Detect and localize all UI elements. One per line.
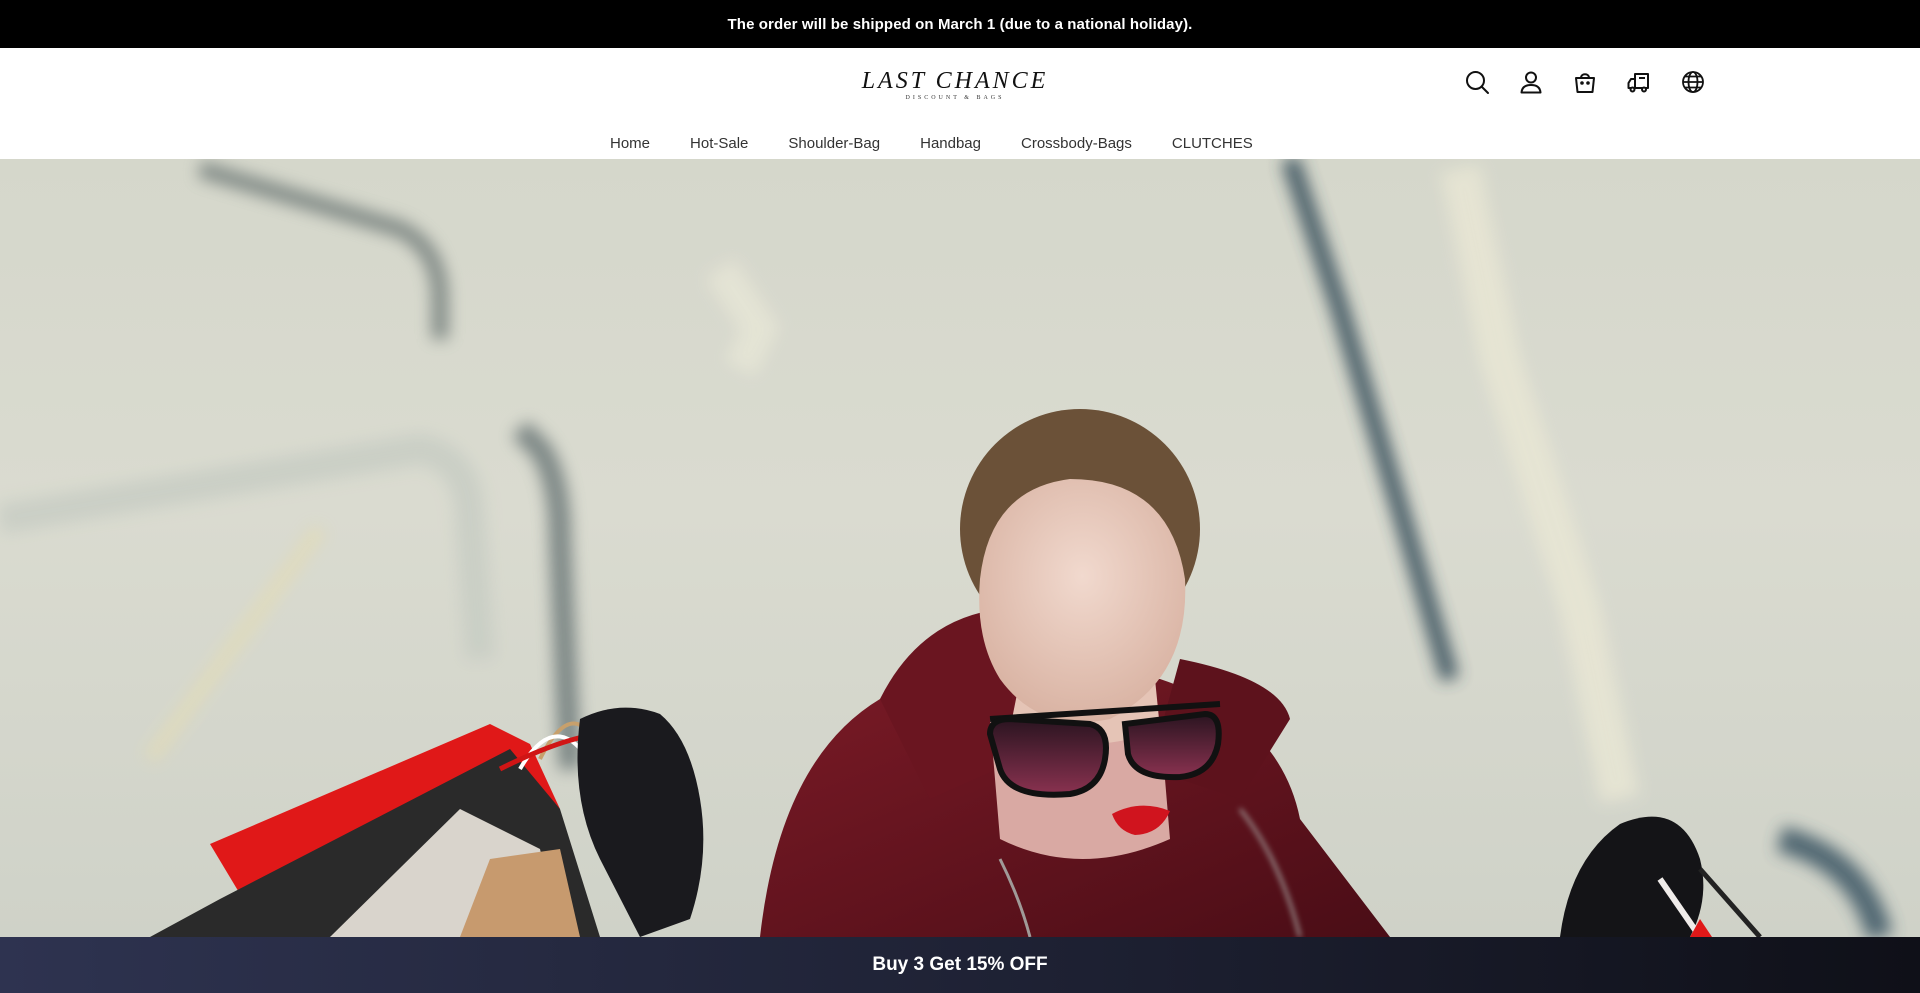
announcement-bar: The order will be shipped on March 1 (du… [0, 0, 1920, 48]
brand-logo[interactable]: LAST CHANCE DISCOUNT & BAGS [855, 68, 1055, 102]
nav-item-home[interactable]: Home [610, 134, 650, 154]
announcement-text: The order will be shipped on March 1 (du… [727, 15, 1193, 33]
language-globe-icon[interactable] [1680, 69, 1706, 95]
main-nav: Home Hot-Sale Shoulder-Bag Handbag Cross… [610, 134, 1293, 154]
promo-text: Buy 3 Get 15% OFF [872, 954, 1048, 975]
header-icons [1464, 69, 1706, 95]
hero-banner[interactable] [0, 159, 1920, 937]
hero-image [0, 159, 1893, 937]
order-tracking-icon[interactable] [1626, 69, 1652, 95]
brand-tagline: DISCOUNT & BAGS [905, 95, 1005, 101]
nav-item-clutches[interactable]: CLUTCHES [1172, 134, 1253, 154]
nav-item-shoulder-bag[interactable]: Shoulder-Bag [788, 134, 880, 154]
promo-bar[interactable]: Buy 3 Get 15% OFF [0, 937, 1920, 993]
nav-item-hot-sale[interactable]: Hot-Sale [690, 134, 748, 154]
site-header: LAST CHANCE DISCOUNT & BAGS Home Hot-Sal… [0, 48, 1920, 159]
cart-icon[interactable] [1572, 69, 1598, 95]
account-icon[interactable] [1518, 69, 1544, 95]
nav-item-crossbody-bags[interactable]: Crossbody-Bags [1021, 134, 1132, 154]
brand-name: LAST CHANCE [861, 68, 1049, 94]
nav-item-handbag[interactable]: Handbag [920, 134, 981, 154]
search-icon[interactable] [1464, 69, 1490, 95]
